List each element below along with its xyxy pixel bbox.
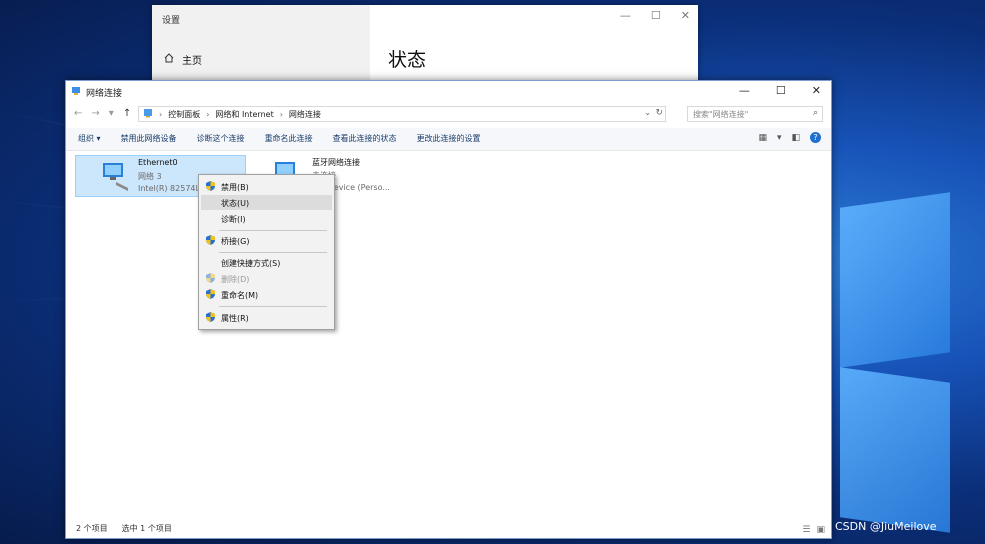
search-icon[interactable]: ⌕: [813, 108, 818, 118]
address-bar-row: ← → ▾ ↑ › 控制面板 › 网络和 Internet › 网络连接 ⌄ ↻…: [66, 105, 831, 125]
settings-page-title: 状态: [388, 49, 427, 71]
settings-home-item[interactable]: 主页: [164, 52, 202, 67]
menu-item-disable[interactable]: 禁用(B): [201, 179, 332, 194]
minimize-icon[interactable]: —: [620, 9, 631, 22]
network-adapter-icon: [100, 160, 132, 195]
view-dropdown-icon[interactable]: ▾: [777, 133, 782, 143]
address-bar[interactable]: › 控制面板 › 网络和 Internet › 网络连接 ⌄ ↻: [138, 106, 666, 122]
search-placeholder: 搜索"网络连接": [693, 110, 749, 119]
menu-item-status[interactable]: 状态(U): [201, 195, 332, 210]
command-bar: 组织 ▾ 禁用此网络设备 诊断这个连接 重命名此连接 查看此连接的状态 更改此连…: [66, 128, 831, 151]
breadcrumb-control-panel[interactable]: 控制面板: [168, 109, 200, 120]
settings-window: 设置 主页 状态 — ☐ ✕: [152, 5, 698, 85]
windows-logo-pane: [840, 367, 950, 533]
menu-item-create-shortcut[interactable]: 创建快捷方式(S): [201, 255, 332, 270]
organize-button[interactable]: 组织 ▾: [78, 133, 101, 144]
shield-icon: [206, 181, 215, 193]
settings-home-label: 主页: [182, 56, 202, 67]
shield-icon: [206, 289, 215, 301]
connection-network: 网络 3: [138, 172, 162, 181]
recent-dropdown-icon[interactable]: ▾: [109, 108, 114, 119]
close-icon[interactable]: ✕: [812, 84, 821, 97]
network-connections-window: 网络连接 — ☐ ✕ ← → ▾ ↑ › 控制面板 › 网络和 Internet…: [65, 80, 832, 539]
address-dropdown-icon[interactable]: ⌄: [644, 108, 651, 117]
maximize-icon[interactable]: ☐: [776, 84, 786, 97]
view-status-button[interactable]: 查看此连接的状态: [333, 133, 397, 144]
context-menu: 禁用(B) 状态(U) 诊断(I) 桥接(G) 创建快捷方式(S) 删除(D) …: [198, 174, 335, 330]
help-icon[interactable]: ?: [810, 132, 821, 143]
change-settings-button[interactable]: 更改此连接的设置: [417, 133, 481, 144]
settings-title: 设置: [162, 16, 181, 26]
menu-item-label: 桥接(G): [221, 237, 250, 246]
connections-list: Ethernet0 网络 3 Intel(R) 82574L 蓝牙网络连接 未连…: [66, 151, 831, 521]
view-options-icon[interactable]: ▦: [758, 133, 767, 143]
refresh-icon[interactable]: ↻: [655, 108, 663, 118]
diagnose-button[interactable]: 诊断这个连接: [197, 133, 245, 144]
menu-item-label: 删除(D): [221, 275, 250, 284]
menu-item-label: 诊断(I): [221, 215, 246, 224]
breadcrumb-network-internet[interactable]: 网络和 Internet: [215, 109, 273, 120]
rename-button[interactable]: 重命名此连接: [265, 133, 313, 144]
disable-device-button[interactable]: 禁用此网络设备: [121, 133, 177, 144]
large-icons-view-icon[interactable]: ▣: [816, 525, 825, 535]
menu-item-delete[interactable]: 删除(D): [201, 271, 332, 286]
menu-item-label: 重命名(M): [221, 291, 259, 300]
status-bar: 2 个项目 选中 1 个项目: [76, 523, 172, 534]
item-count: 2 个项目: [76, 524, 108, 533]
watermark: CSDN @JiuMeilove: [835, 520, 937, 533]
window-title: 网络连接: [86, 89, 123, 99]
network-folder-icon: [71, 85, 82, 99]
forward-arrow-icon[interactable]: →: [91, 108, 99, 119]
control-panel-icon: [143, 108, 153, 120]
home-icon: [164, 53, 174, 66]
menu-item-label: 禁用(B): [221, 183, 249, 192]
shield-icon: [206, 273, 215, 285]
menu-item-rename[interactable]: 重命名(M): [201, 287, 332, 302]
menu-separator: [219, 306, 327, 307]
menu-item-properties[interactable]: 属性(R): [201, 310, 332, 325]
details-view-icon[interactable]: ☰: [802, 525, 810, 535]
shield-icon: [206, 312, 215, 324]
maximize-icon[interactable]: ☐: [651, 9, 661, 22]
connection-device: Intel(R) 82574L: [138, 184, 200, 193]
menu-item-bridge[interactable]: 桥接(G): [201, 233, 332, 248]
up-arrow-icon[interactable]: ↑: [123, 108, 131, 119]
connection-name: Ethernet0: [138, 158, 178, 167]
preview-pane-icon[interactable]: ◧: [791, 133, 800, 143]
minimize-icon[interactable]: —: [739, 84, 750, 97]
connection-name: 蓝牙网络连接: [312, 158, 360, 167]
search-input[interactable]: 搜索"网络连接" ⌕: [687, 106, 823, 122]
menu-separator: [219, 252, 327, 253]
menu-separator: [219, 230, 327, 231]
title-bar: 网络连接 — ☐ ✕: [66, 81, 831, 103]
settings-sidebar: 设置 主页: [152, 5, 370, 85]
windows-logo-pane: [840, 192, 950, 368]
menu-item-label: 创建快捷方式(S): [221, 259, 281, 268]
menu-item-label: 属性(R): [221, 314, 249, 323]
shield-icon: [206, 235, 215, 247]
menu-item-label: 状态(U): [221, 199, 250, 208]
close-icon[interactable]: ✕: [681, 9, 690, 22]
back-arrow-icon[interactable]: ←: [74, 108, 82, 119]
breadcrumb-network-connections[interactable]: 网络连接: [289, 109, 321, 120]
selection-count: 选中 1 个项目: [121, 524, 172, 533]
menu-item-diagnose[interactable]: 诊断(I): [201, 211, 332, 226]
